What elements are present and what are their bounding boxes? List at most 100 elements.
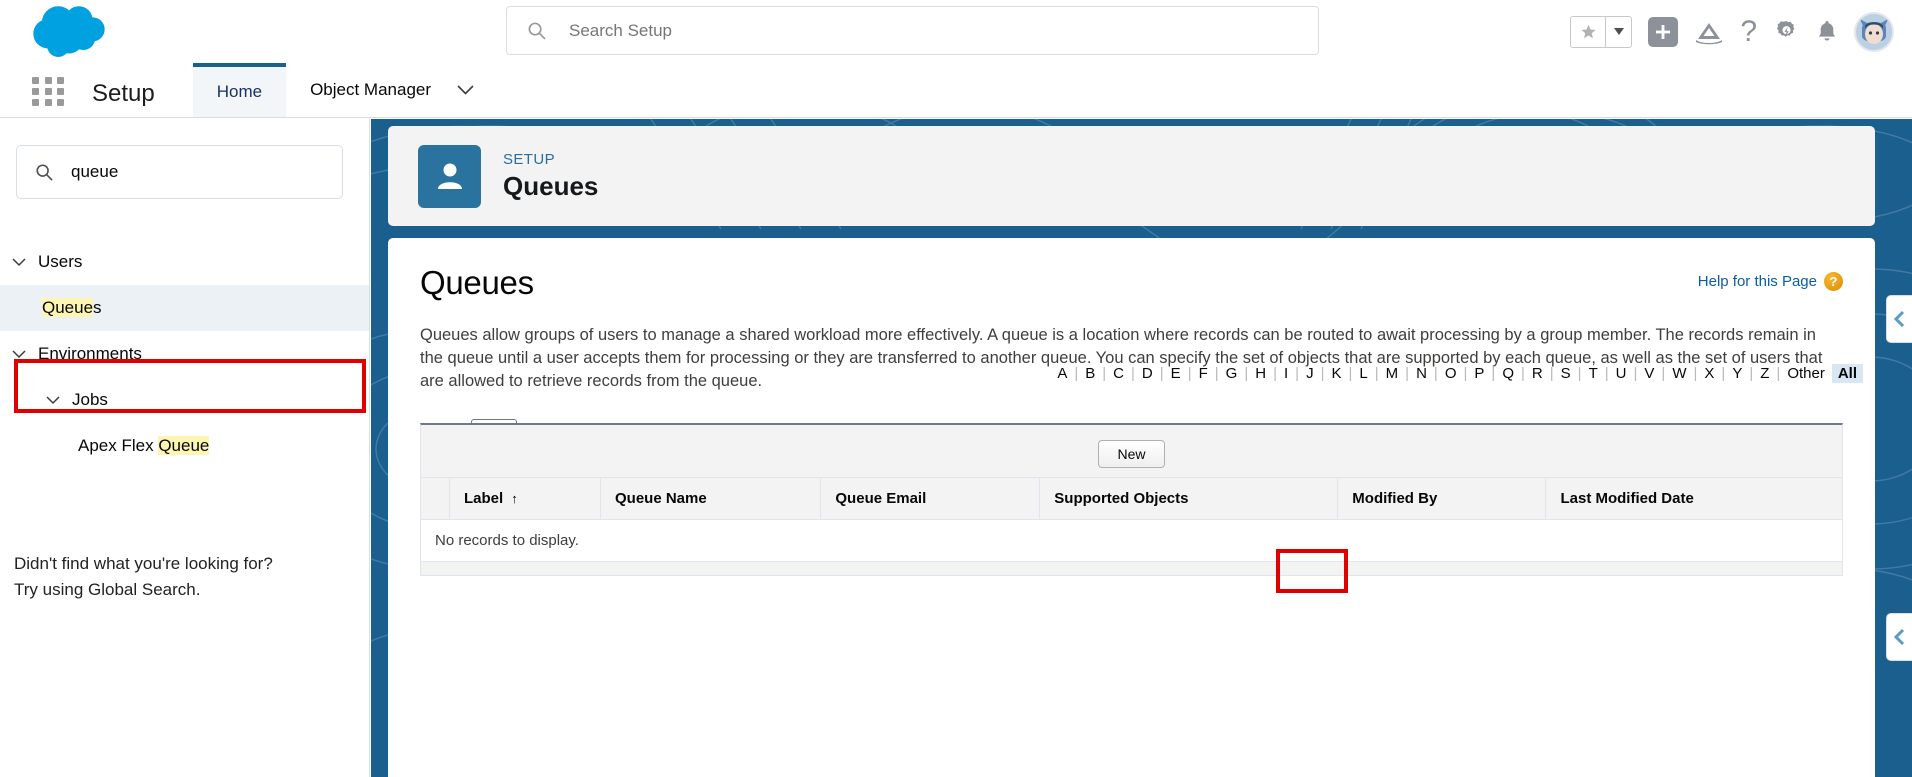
content-title: Queues	[420, 264, 534, 301]
favorites-dropdown-icon[interactable]	[1605, 16, 1631, 47]
gear-icon	[1777, 21, 1795, 37]
global-search[interactable]	[506, 6, 1319, 55]
user-queue-icon	[418, 144, 481, 208]
setup-gear-button[interactable]	[1773, 18, 1800, 45]
page-header-eyebrow: SETUP	[503, 150, 556, 168]
setup-nav-bar: Setup Home Object Manager	[0, 63, 1912, 118]
alpha-Q[interactable]: Q	[1495, 365, 1521, 382]
quick-find-box[interactable]	[16, 145, 343, 199]
sidebar-item-label: Users	[38, 252, 83, 271]
alpha-index: A | B | C | D | E | F | G | H | I | J | K | L | M | N…	[1050, 364, 1863, 383]
setup-title: Setup	[92, 80, 155, 107]
chevron-down-icon	[8, 349, 30, 359]
page-title: Queues	[503, 170, 599, 201]
plus-icon	[1648, 16, 1679, 47]
help-button[interactable]: ?	[1740, 16, 1757, 47]
list-top-bar	[420, 423, 1843, 431]
alpha-D[interactable]: D	[1135, 365, 1160, 382]
sidebar-item-label: Jobs	[72, 390, 108, 409]
alpha-I[interactable]: I	[1277, 365, 1295, 382]
alpha-M[interactable]: M	[1379, 365, 1406, 382]
avatar[interactable]	[1854, 11, 1894, 52]
alpha-A[interactable]: A	[1050, 365, 1074, 382]
empty-message: No records to display.	[420, 519, 1843, 562]
add-button[interactable]	[1648, 16, 1679, 47]
chevron-down-icon	[8, 257, 30, 267]
help-question-badge-icon: ?	[1824, 272, 1843, 291]
alpha-K[interactable]: K	[1324, 365, 1348, 382]
list-bottom-bar	[420, 562, 1843, 576]
search-input[interactable]	[569, 20, 1281, 41]
sidebar-item-apex-flex-queue[interactable]: Apex Flex Queue	[0, 423, 369, 469]
notifications-button[interactable]	[1816, 19, 1838, 45]
help-for-this-page-link[interactable]: Help for this Page ?	[1698, 272, 1843, 291]
alpha-N[interactable]: N	[1409, 365, 1434, 382]
alpha-V[interactable]: V	[1637, 365, 1661, 382]
alpha-O[interactable]: O	[1438, 365, 1464, 382]
alpha-J[interactable]: J	[1299, 365, 1321, 382]
global-header: ?	[0, 0, 1912, 63]
alpha-all[interactable]: All	[1831, 364, 1863, 383]
alpha-B[interactable]: B	[1078, 365, 1102, 382]
search-icon	[36, 164, 53, 181]
salesforce-cloud-logo	[33, 5, 105, 57]
table-header-row: Label ↑ Queue Name Queue Email Supported …	[420, 477, 1843, 520]
column-label[interactable]: Label ↑	[449, 477, 601, 520]
app-launcher-icon[interactable]	[32, 74, 66, 108]
column-last-modified-date[interactable]: Last Modified Date	[1545, 477, 1843, 520]
alpha-T[interactable]: T	[1582, 365, 1605, 382]
nav-tabs: Home Object Manager	[192, 63, 492, 117]
alpha-C[interactable]: C	[1106, 365, 1131, 382]
alpha-H[interactable]: H	[1248, 365, 1273, 382]
queues-table: Label ↑ Queue Name Queue Email Supported …	[420, 477, 1843, 562]
search-match-highlight: Queue	[158, 436, 210, 455]
sidebar-item-users[interactable]: Users	[0, 239, 369, 285]
salesforce-logo[interactable]	[0, 5, 130, 59]
collapse-panel-handle-bottom[interactable]	[1886, 613, 1912, 661]
alpha-F[interactable]: F	[1192, 365, 1215, 382]
column-modified-by[interactable]: Modified By	[1337, 477, 1547, 520]
content-card: Queues Help for this Page ? Queues allow…	[388, 238, 1875, 777]
favorites-group[interactable]	[1570, 15, 1633, 48]
alpha-Y[interactable]: Y	[1725, 365, 1749, 382]
chevron-down-icon[interactable]	[455, 63, 492, 117]
guidance-center-button[interactable]	[1694, 19, 1724, 45]
search-box[interactable]	[506, 6, 1319, 55]
alpha-W[interactable]: W	[1665, 365, 1693, 382]
alpha-X[interactable]: X	[1697, 365, 1721, 382]
alpha-G[interactable]: G	[1219, 365, 1245, 382]
sidebar-item-label: Apex Flex Queue	[78, 436, 210, 455]
quick-find-input[interactable]	[71, 162, 317, 182]
alpha-U[interactable]: U	[1609, 365, 1634, 382]
sidebar-item-queues[interactable]: Queues	[0, 285, 369, 331]
column-queue-name[interactable]: Queue Name	[600, 477, 822, 520]
alpha-other[interactable]: Other	[1780, 365, 1832, 382]
avatar-image	[1856, 13, 1892, 50]
tab-home[interactable]: Home	[192, 63, 287, 117]
sidebar-item-jobs[interactable]: Jobs	[0, 377, 369, 423]
alpha-S[interactable]: S	[1554, 365, 1578, 382]
collapse-panel-handle-top[interactable]	[1886, 295, 1912, 343]
sidebar-item-environments[interactable]: Environments	[0, 331, 369, 377]
column-queue-email[interactable]: Queue Email	[820, 477, 1041, 520]
chevron-down-icon	[42, 395, 64, 405]
alpha-E[interactable]: E	[1164, 365, 1188, 382]
list-view-panel: New Label ↑ Queue Name Queue Email Suppor…	[420, 423, 1843, 576]
alpha-L[interactable]: L	[1352, 365, 1374, 382]
mountain-guidance-icon	[1696, 22, 1723, 44]
chevron-left-icon	[1893, 628, 1904, 646]
new-button[interactable]: New	[1098, 440, 1165, 468]
search-match-highlight: Queue	[42, 298, 94, 317]
setup-sidebar: Users Queues Environments Jobs Apex Flex…	[0, 119, 370, 777]
favorites-star-icon[interactable]	[1571, 17, 1605, 47]
column-supported-objects[interactable]: Supported Objects	[1039, 477, 1339, 520]
chevron-left-icon	[1893, 310, 1904, 328]
alpha-P[interactable]: P	[1467, 365, 1491, 382]
tab-object-manager[interactable]: Object Manager	[286, 63, 455, 117]
sidebar-hint: Didn't find what you're looking for? Try…	[14, 551, 273, 603]
alpha-Z[interactable]: Z	[1753, 365, 1776, 382]
alpha-R[interactable]: R	[1525, 365, 1550, 382]
sidebar-hint-line-1: Didn't find what you're looking for?	[14, 554, 273, 573]
page-header: SETUP Queues	[388, 126, 1875, 226]
bell-icon	[1819, 20, 1835, 41]
